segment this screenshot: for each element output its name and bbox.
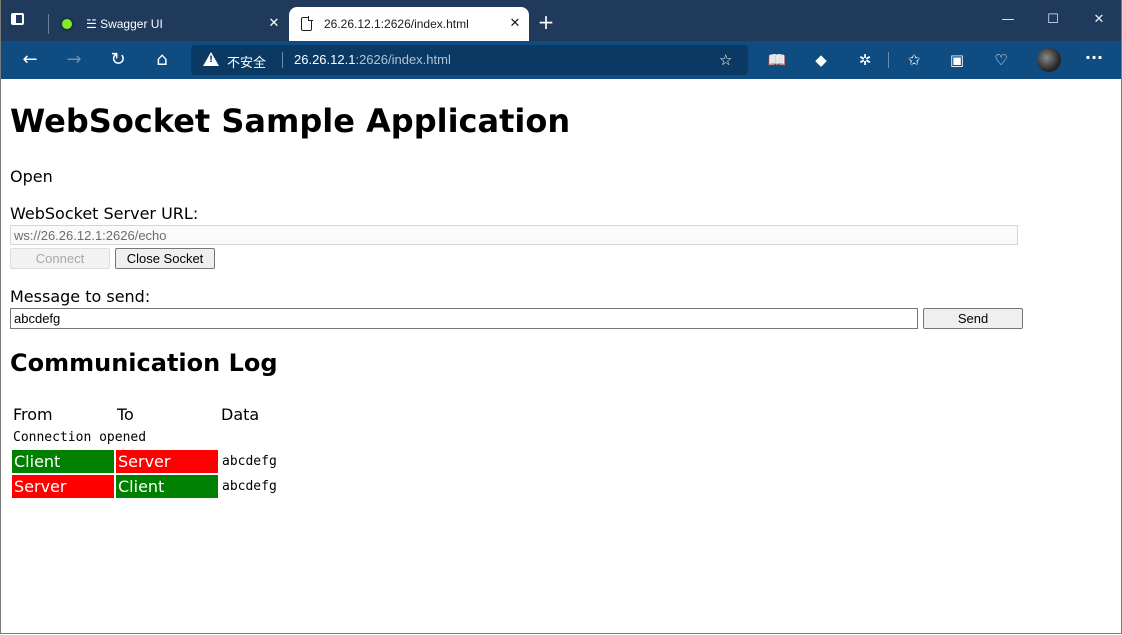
tab-strip: ☱ Swagger UI ✕ 26.26.12.1:2626/index.htm… xyxy=(1,0,1121,41)
collections-icon[interactable]: ▣ xyxy=(947,50,967,70)
minimize-button[interactable]: — xyxy=(1000,12,1016,28)
connection-status: Open xyxy=(10,167,53,186)
warning-icon[interactable] xyxy=(203,52,219,66)
server-url-input[interactable] xyxy=(10,225,1018,245)
profile-avatar[interactable] xyxy=(1037,48,1061,72)
more-icon[interactable]: ··· xyxy=(1083,49,1105,71)
log-header-from: From xyxy=(13,405,53,424)
tab-divider xyxy=(48,14,49,34)
refresh-button[interactable]: ↻ xyxy=(107,49,129,71)
new-tab-button[interactable]: + xyxy=(537,12,555,32)
tab-close-icon[interactable]: ✕ xyxy=(266,16,282,32)
home-button[interactable]: ⌂ xyxy=(151,49,173,71)
log-data-cell: abcdefg xyxy=(222,479,277,494)
browser-toolbar: ← → ↻ ⌂ 不安全 26.26.12.1:2626/index.html ☆… xyxy=(1,41,1121,79)
page-content: WebSocket Sample Application Open WebSoc… xyxy=(1,80,1121,633)
page-title: WebSocket Sample Application xyxy=(10,102,571,140)
add-favorite-icon[interactable]: ☆ xyxy=(719,52,732,68)
tab-swagger-ui[interactable]: ☱ Swagger UI ✕ xyxy=(51,7,288,41)
read-aloud-icon[interactable]: 📖 xyxy=(767,50,787,70)
log-from-cell: Server xyxy=(12,475,114,498)
close-window-button[interactable]: ✕ xyxy=(1091,12,1107,28)
tab-title: 26.26.12.1:2626/index.html xyxy=(324,17,469,31)
puzzle-extensions-icon[interactable]: ✲ xyxy=(855,50,875,70)
url-host: 26.26.12.1 xyxy=(294,52,356,67)
performance-icon[interactable]: ♡ xyxy=(991,50,1011,70)
tab-actions-button[interactable] xyxy=(11,13,27,29)
log-to-cell: Server xyxy=(116,450,218,473)
server-url-label: WebSocket Server URL: xyxy=(10,204,199,223)
message-input[interactable] xyxy=(10,308,918,329)
log-header-data: Data xyxy=(221,405,260,424)
tab-title: ☱ Swagger UI xyxy=(86,17,163,31)
log-to-cell: Client xyxy=(116,475,218,498)
address-divider xyxy=(282,52,283,68)
browser-window: ☱ Swagger UI ✕ 26.26.12.1:2626/index.htm… xyxy=(0,0,1122,634)
log-from-cell: Client xyxy=(12,450,114,473)
swagger-favicon-icon xyxy=(60,17,74,31)
send-button[interactable]: Send xyxy=(923,308,1023,329)
forward-button[interactable]: → xyxy=(63,49,85,71)
url-text[interactable]: 26.26.12.1:2626/index.html xyxy=(294,52,451,67)
toolbar-divider xyxy=(888,52,889,68)
tab-index-html[interactable]: 26.26.12.1:2626/index.html ✕ xyxy=(289,7,529,41)
connect-button[interactable]: Connect xyxy=(10,248,110,269)
log-data-cell: abcdefg xyxy=(222,454,277,469)
document-icon xyxy=(301,16,313,31)
address-bar[interactable]: 不安全 26.26.12.1:2626/index.html ☆ xyxy=(191,45,748,75)
maximize-button[interactable]: ☐ xyxy=(1045,12,1061,28)
message-label: Message to send: xyxy=(10,287,151,306)
extension-shield-icon[interactable]: ◆ xyxy=(811,50,831,70)
tab-actions-icon xyxy=(11,13,24,25)
log-entry-connection: Connection opened xyxy=(13,430,147,445)
close-socket-button[interactable]: Close Socket xyxy=(115,248,215,269)
security-label[interactable]: 不安全 xyxy=(227,52,266,71)
favorites-icon[interactable]: ✩ xyxy=(904,50,924,70)
log-header-to: To xyxy=(117,405,134,424)
back-button[interactable]: ← xyxy=(19,49,41,71)
url-path: :2626/index.html xyxy=(355,52,451,67)
tab-close-icon[interactable]: ✕ xyxy=(507,16,523,32)
log-title: Communication Log xyxy=(10,349,278,377)
